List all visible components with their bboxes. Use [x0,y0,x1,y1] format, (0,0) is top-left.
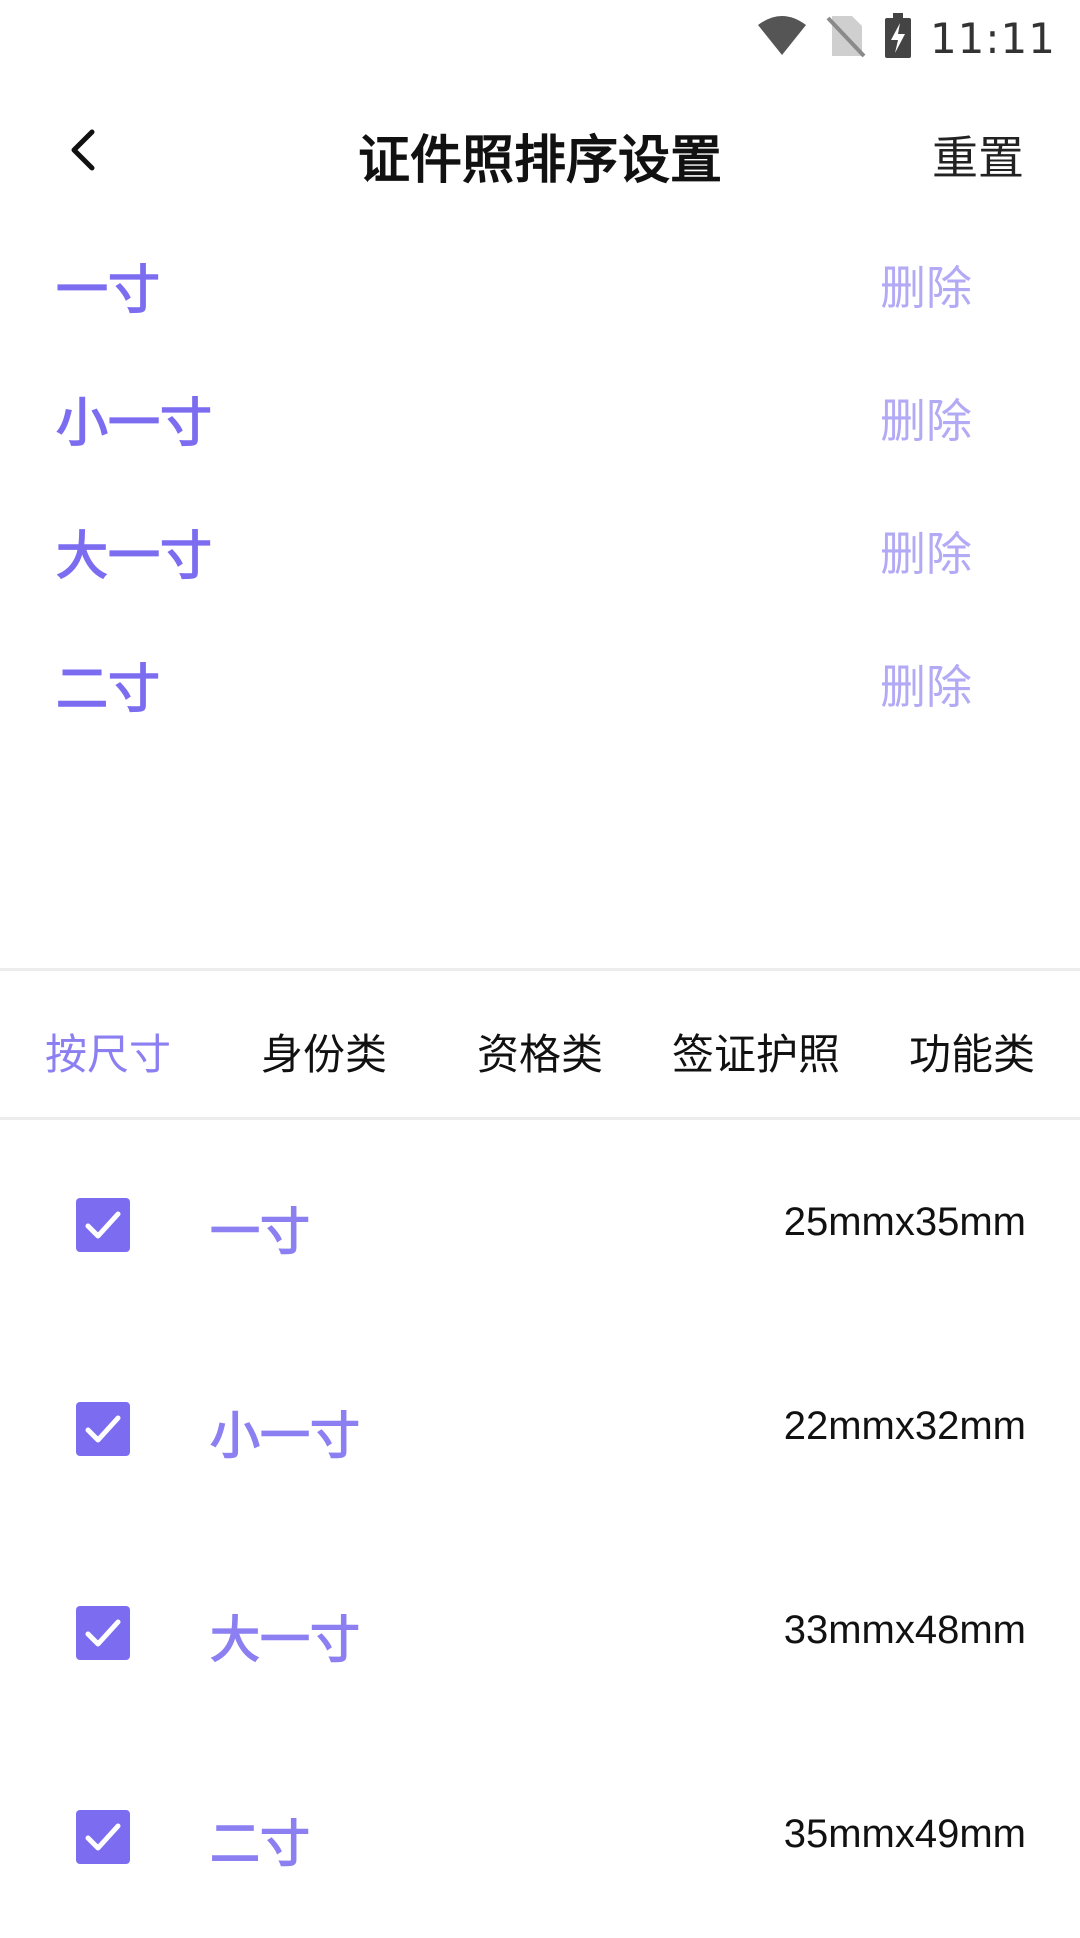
sort-item[interactable]: 小一寸 删除 [0,351,1080,484]
tab-visa-passport[interactable]: 签证护照 [648,1021,864,1082]
status-icons: 11:11 [756,10,1056,66]
delete-button[interactable]: 删除 [880,252,972,318]
size-row[interactable]: 小一寸 22mmx32mm [0,1326,1080,1530]
sort-item-label: 小一寸 [56,394,213,454]
battery-charging-icon [884,13,912,63]
checkmark-icon [85,1619,121,1647]
delete-button[interactable]: 删除 [880,518,972,584]
size-checkbox[interactable] [76,1810,130,1864]
chevron-left-icon [56,129,116,184]
tab-by-size[interactable]: 按尺寸 [0,1021,216,1082]
status-time: 11:11 [929,13,1056,63]
size-dimensions: 25mmx35mm [783,1200,1026,1244]
size-row[interactable]: 一寸 25mmx35mm [0,1122,1080,1326]
size-checkbox[interactable] [76,1402,130,1456]
page-title: 证件照排序设置 [357,131,722,191]
size-row[interactable]: 二寸 35mmx49mm [0,1734,1080,1938]
sort-item[interactable]: 大一寸 删除 [0,484,1080,617]
size-row[interactable]: 大一寸 33mmx48mm [0,1530,1080,1734]
size-name: 二寸 [210,1815,310,1873]
back-button[interactable] [56,120,116,180]
sort-item-label: 一寸 [56,261,161,321]
sort-item[interactable]: 一寸 删除 [0,218,1080,351]
size-name: 大一寸 [210,1611,360,1669]
size-list: 一寸 25mmx35mm 小一寸 22mmx32mm 大一寸 33mmx48mm… [0,1122,1080,1938]
category-tab-bar: 按尺寸 身份类 资格类 签证护照 功能类 [0,968,1080,1120]
wifi-icon [756,15,808,61]
nav-bar: 证件照排序设置 重置 [0,90,1080,210]
sort-item-label: 大一寸 [56,527,213,587]
size-dimensions: 33mmx48mm [783,1608,1026,1652]
sort-item[interactable]: 二寸 删除 [0,617,1080,750]
sort-order-list: 一寸 删除 小一寸 删除 大一寸 删除 二寸 删除 [0,218,1080,750]
delete-button[interactable]: 删除 [880,651,972,717]
status-bar: 11:11 [0,0,1080,76]
checkmark-icon [85,1823,121,1851]
size-checkbox[interactable] [76,1606,130,1660]
reset-button[interactable]: 重置 [932,122,1024,188]
checkmark-icon [85,1211,121,1239]
size-name: 小一寸 [210,1407,360,1465]
delete-button[interactable]: 删除 [880,385,972,451]
tab-identity[interactable]: 身份类 [216,1021,432,1082]
tab-function[interactable]: 功能类 [864,1021,1080,1082]
size-dimensions: 22mmx32mm [783,1404,1026,1448]
no-sim-icon [826,14,866,62]
checkmark-icon [85,1415,121,1443]
tab-qualification[interactable]: 资格类 [432,1021,648,1082]
size-checkbox[interactable] [76,1198,130,1252]
sort-item-label: 二寸 [56,660,161,720]
size-name: 一寸 [210,1203,310,1261]
size-dimensions: 35mmx49mm [783,1812,1026,1856]
